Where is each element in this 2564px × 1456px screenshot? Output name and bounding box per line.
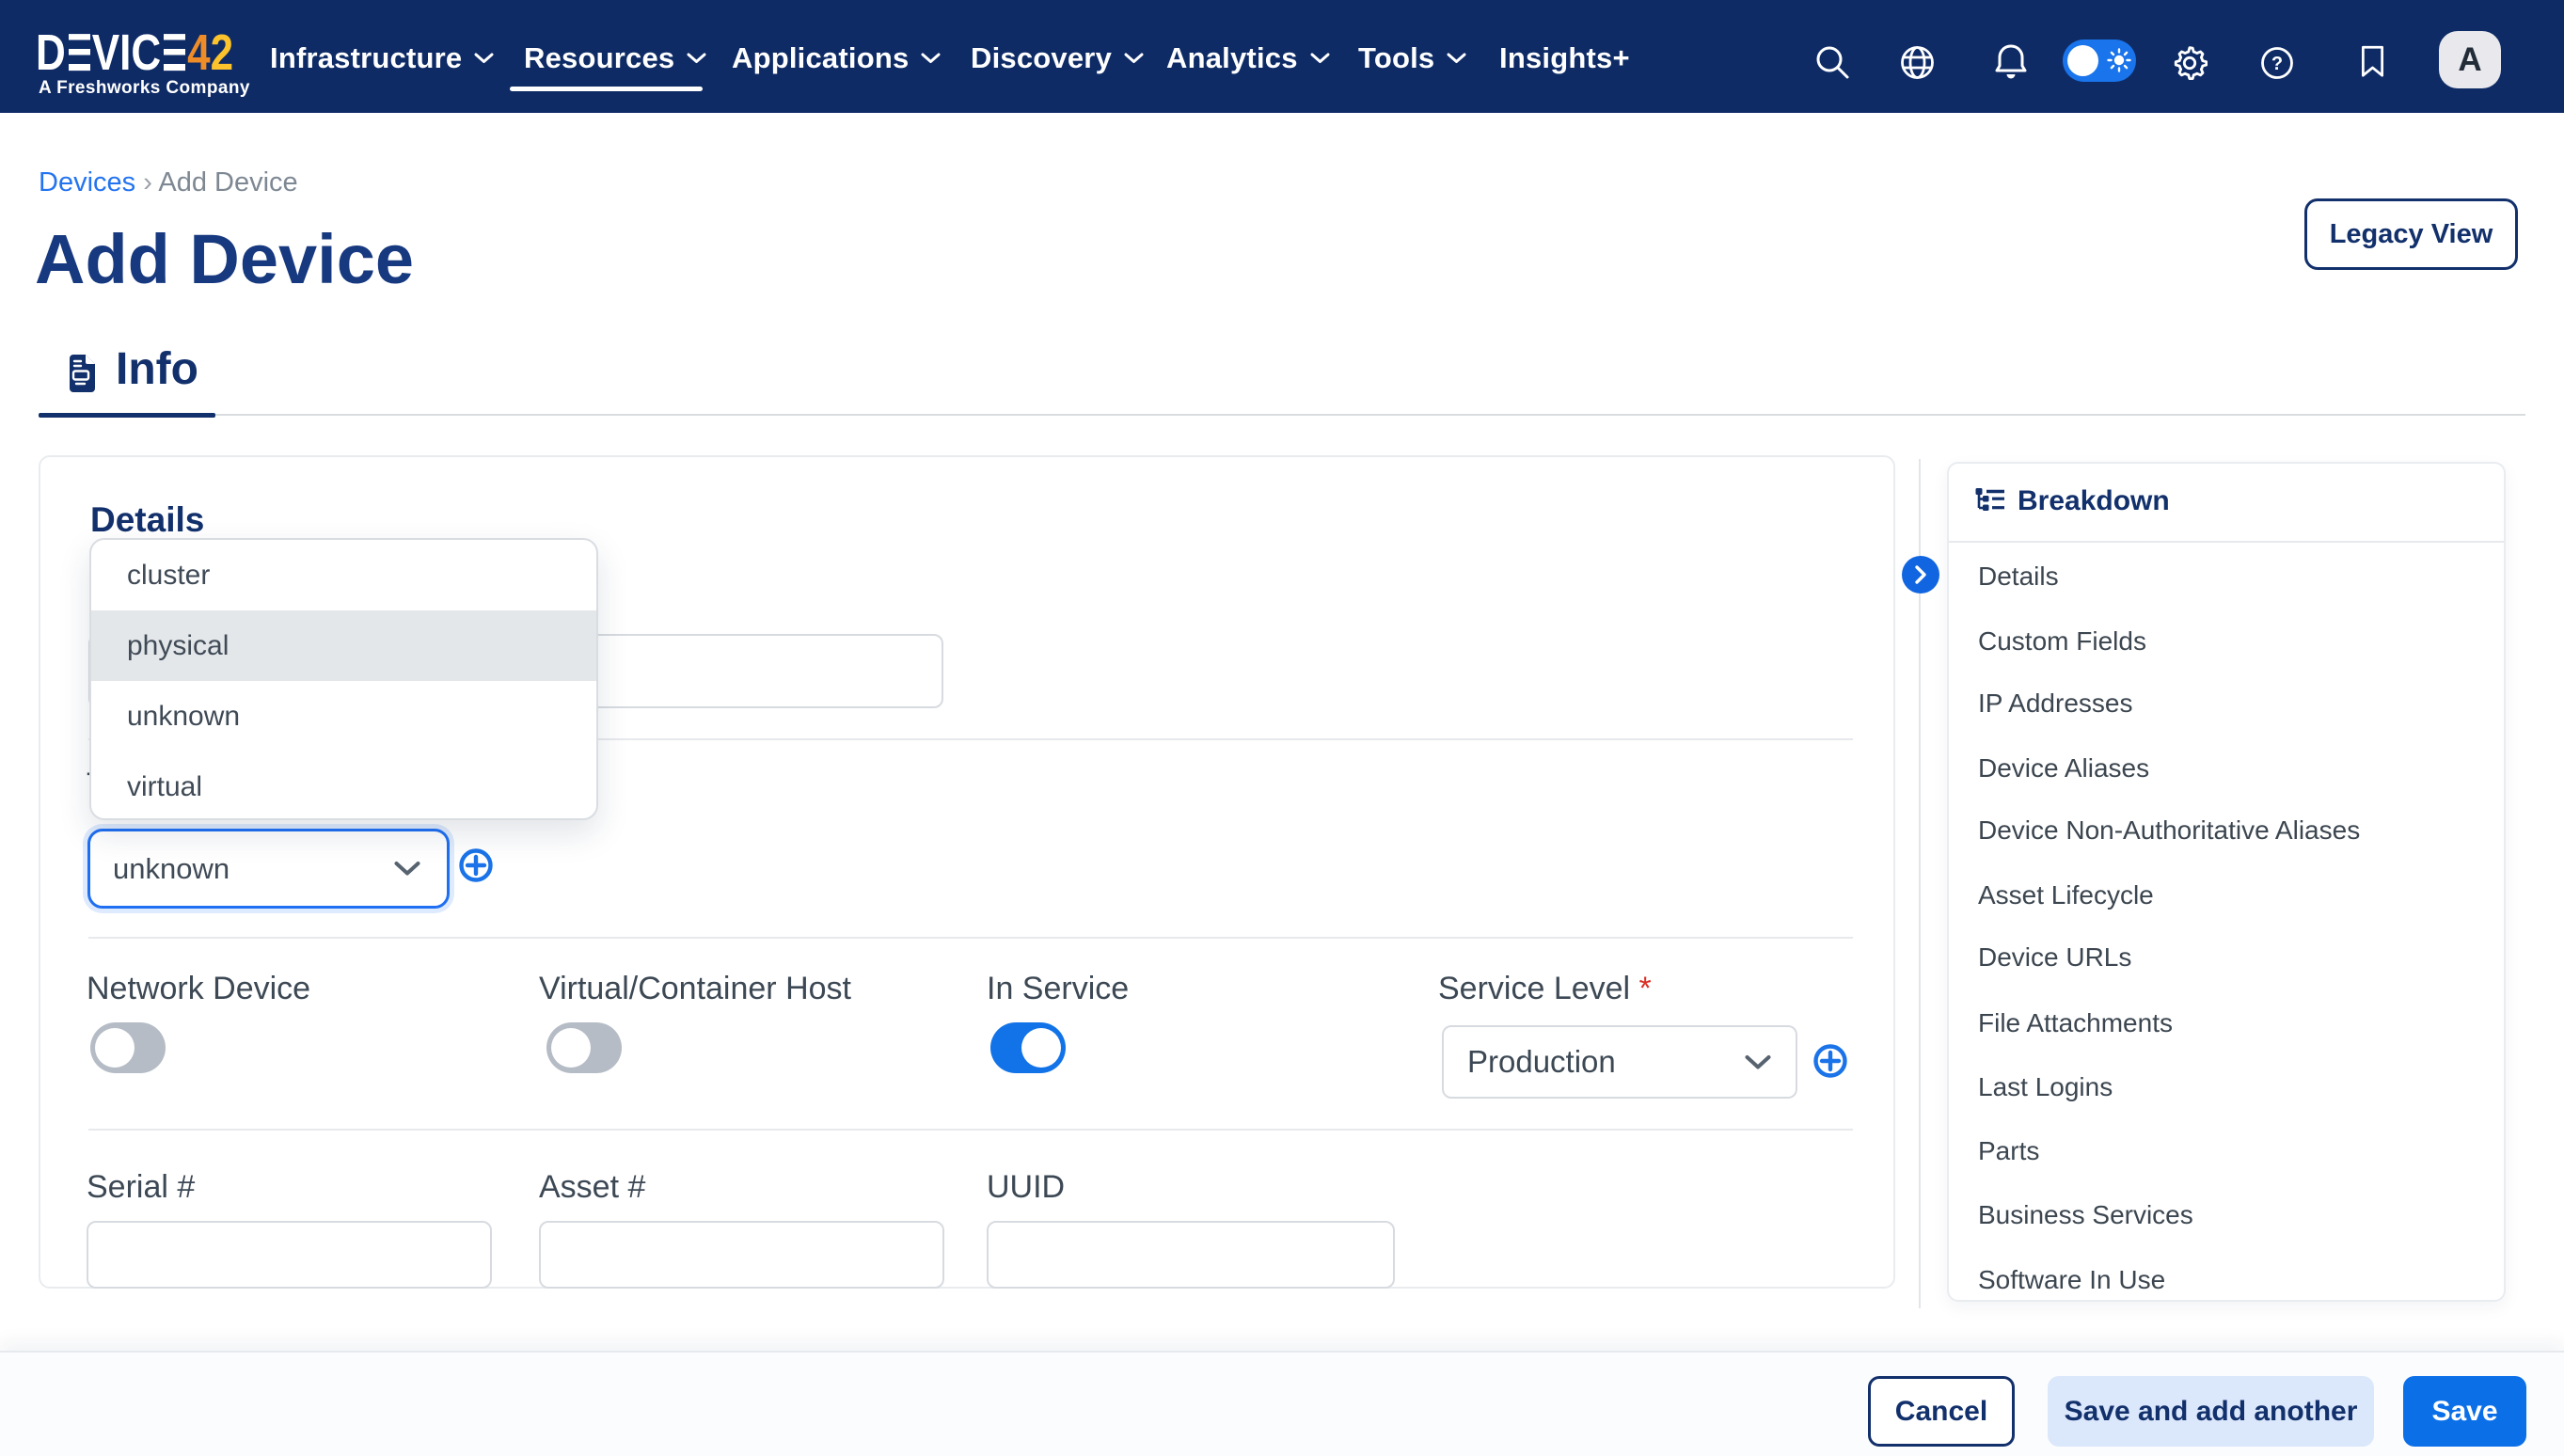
svg-text:?: ? — [2271, 54, 2283, 74]
